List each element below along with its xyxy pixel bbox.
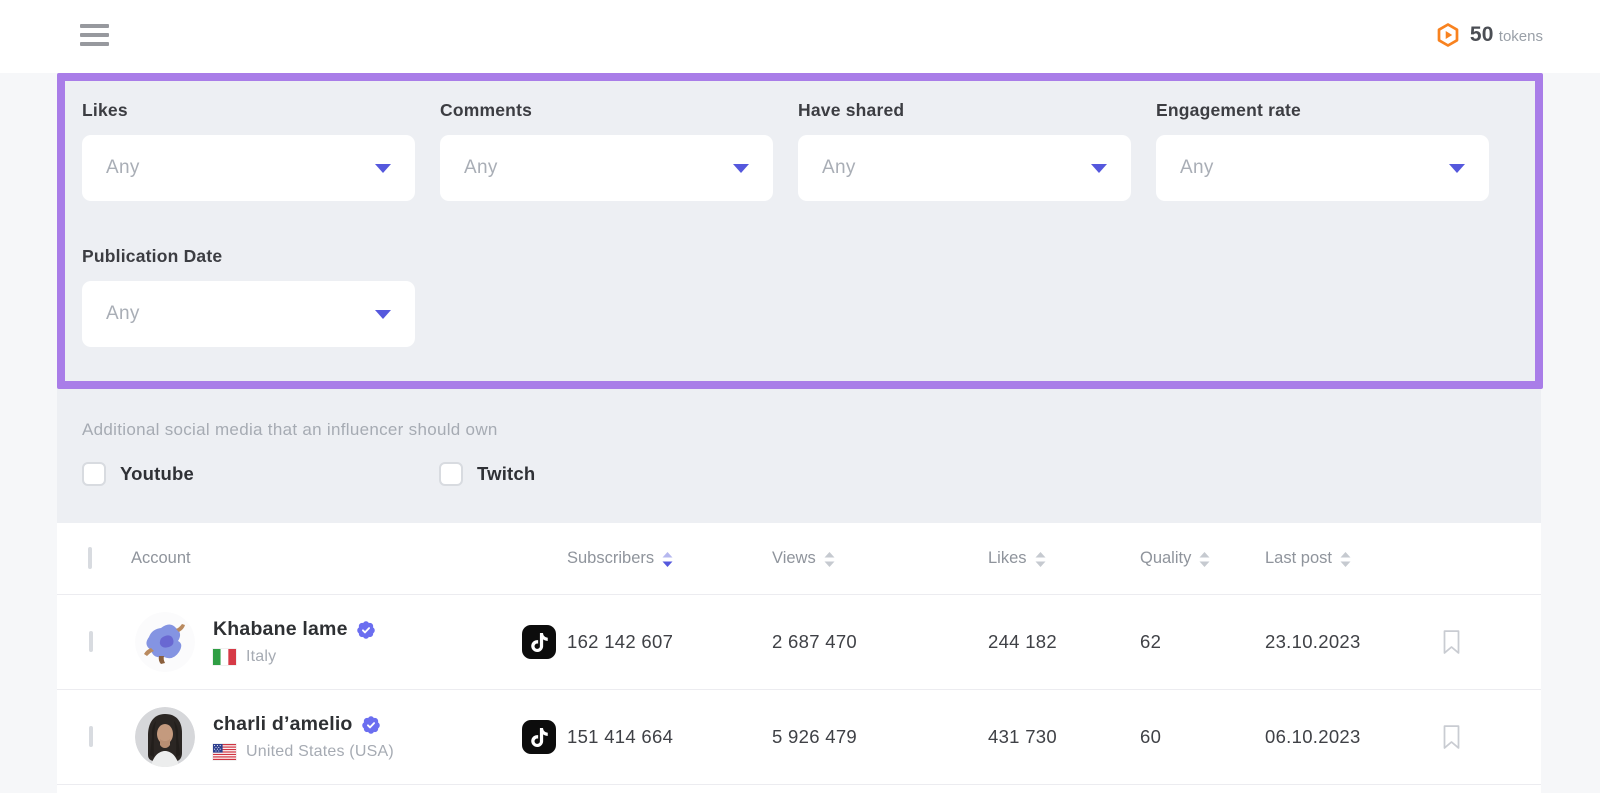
column-label: Quality <box>1140 549 1191 568</box>
table-row[interactable]: charli d’amelio <box>57 690 1541 785</box>
bookmark-icon[interactable] <box>1441 629 1462 655</box>
filter-engagement-rate-value: Any <box>1180 157 1214 179</box>
twitch-label: Twitch <box>477 463 535 485</box>
top-bar: 50 tokens <box>0 0 1600 73</box>
filter-likes-value: Any <box>106 157 140 179</box>
filter-have-shared: Have shared Any <box>798 100 1131 201</box>
sort-icon <box>1035 552 1046 567</box>
column-header-likes[interactable]: Likes <box>988 549 1140 568</box>
filter-publication-date: Publication Date Any <box>82 246 415 347</box>
filter-engagement-rate-select[interactable]: Any <box>1156 135 1489 201</box>
filter-engagement-rate: Engagement rate Any <box>1156 100 1489 201</box>
verified-badge-icon <box>356 620 376 640</box>
column-header-subscribers[interactable]: Subscribers <box>567 549 772 568</box>
column-header-views[interactable]: Views <box>772 549 988 568</box>
tokens-label: tokens <box>1499 28 1543 45</box>
column-label: Last post <box>1265 549 1332 568</box>
chevron-down-icon <box>375 310 391 319</box>
filter-comments-select[interactable]: Any <box>440 135 773 201</box>
chevron-down-icon <box>733 164 749 173</box>
views-value: 5 926 479 <box>772 726 988 748</box>
filter-engagement-rate-label: Engagement rate <box>1156 100 1489 121</box>
filters-panel: Likes Any Comments Any Have shared Any E… <box>57 73 1541 523</box>
sort-icon <box>1199 552 1210 567</box>
youtube-label: Youtube <box>120 463 194 485</box>
column-label: Account <box>131 549 191 568</box>
column-header-account: Account <box>131 549 522 568</box>
table-header-row: Account Subscribers Views Likes Qua <box>57 523 1541 595</box>
column-header-quality[interactable]: Quality <box>1140 549 1265 568</box>
influencer-country: United States (USA) <box>246 743 394 761</box>
additional-social-title: Additional social media that an influenc… <box>82 420 1516 440</box>
filter-likes-label: Likes <box>82 100 415 121</box>
avatar <box>135 612 195 672</box>
filter-likes: Likes Any <box>82 100 415 201</box>
influencer-table: Account Subscribers Views Likes Qua <box>57 523 1541 793</box>
influencer-country: Italy <box>246 648 276 666</box>
filter-comments-label: Comments <box>440 100 773 121</box>
column-label: Likes <box>988 549 1027 568</box>
quality-value: 62 <box>1140 631 1265 653</box>
twitch-checkbox[interactable] <box>439 462 463 486</box>
tiktok-icon <box>522 625 556 659</box>
filter-have-shared-select[interactable]: Any <box>798 135 1131 201</box>
last-post-value: 06.10.2023 <box>1265 726 1441 748</box>
filter-have-shared-label: Have shared <box>798 100 1131 121</box>
column-header-last-post[interactable]: Last post <box>1265 549 1441 568</box>
filter-comments: Comments Any <box>440 100 773 201</box>
filter-publication-date-label: Publication Date <box>82 246 415 267</box>
row-checkbox[interactable] <box>89 726 93 747</box>
likes-value: 431 730 <box>988 726 1140 748</box>
italy-flag-icon <box>213 649 236 665</box>
tokens-count: 50 <box>1470 23 1494 47</box>
sort-icon <box>662 552 673 567</box>
table-row[interactable]: Khabane lame Italy <box>57 595 1541 690</box>
account-cell[interactable]: Khabane lame Italy <box>131 612 522 672</box>
additional-social-section: Additional social media that an influenc… <box>82 420 1516 486</box>
hamburger-menu-icon[interactable] <box>80 24 109 46</box>
tokens-balance[interactable]: 50 tokens <box>1435 22 1543 48</box>
influencer-name[interactable]: charli d’amelio <box>213 713 353 736</box>
chevron-down-icon <box>1449 164 1465 173</box>
youtube-checkbox-option[interactable]: Youtube <box>82 462 439 486</box>
chevron-down-icon <box>375 164 391 173</box>
quality-value: 60 <box>1140 726 1265 748</box>
bookmark-icon[interactable] <box>1441 724 1462 750</box>
influencer-name[interactable]: Khabane lame <box>213 618 348 641</box>
sort-icon <box>1340 552 1351 567</box>
likes-value: 244 182 <box>988 631 1140 653</box>
filter-publication-date-select[interactable]: Any <box>82 281 415 347</box>
filter-have-shared-value: Any <box>822 157 856 179</box>
token-icon <box>1435 22 1461 48</box>
avatar <box>135 707 195 767</box>
select-all-checkbox[interactable] <box>88 547 92 569</box>
filter-publication-date-value: Any <box>106 303 140 325</box>
verified-badge-icon <box>361 715 381 735</box>
youtube-checkbox[interactable] <box>82 462 106 486</box>
tiktok-icon <box>522 720 556 754</box>
row-checkbox[interactable] <box>89 631 93 652</box>
subscribers-value: 162 142 607 <box>567 631 772 653</box>
twitch-checkbox-option[interactable]: Twitch <box>439 462 535 486</box>
filter-likes-select[interactable]: Any <box>82 135 415 201</box>
last-post-value: 23.10.2023 <box>1265 631 1441 653</box>
account-cell[interactable]: charli d’amelio <box>131 707 522 767</box>
subscribers-value: 151 414 664 <box>567 726 772 748</box>
usa-flag-icon <box>213 744 236 760</box>
column-label: Views <box>772 549 816 568</box>
column-label: Subscribers <box>567 549 654 568</box>
views-value: 2 687 470 <box>772 631 988 653</box>
sort-icon <box>824 552 835 567</box>
filter-comments-value: Any <box>464 157 498 179</box>
chevron-down-icon <box>1091 164 1107 173</box>
